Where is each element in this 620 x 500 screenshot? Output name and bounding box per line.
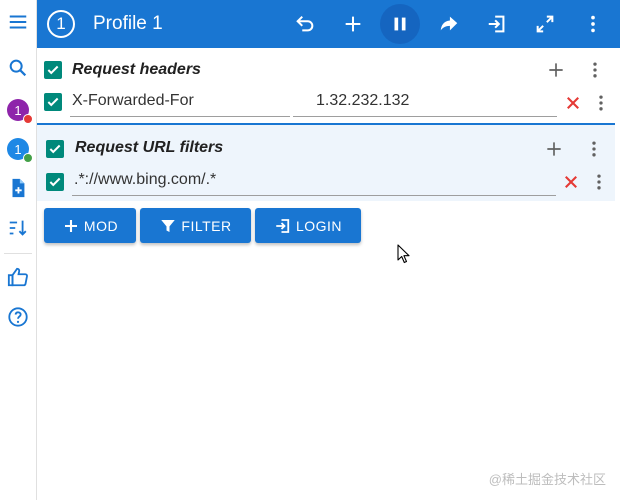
check-icon: [47, 65, 59, 75]
check-icon: [47, 97, 59, 107]
request-headers-checkbox[interactable]: [44, 61, 62, 79]
fullscreen-icon: [536, 15, 554, 33]
sort-icon: [9, 220, 27, 236]
undo-button[interactable]: [285, 4, 325, 44]
profile-1-button[interactable]: 1: [0, 92, 36, 128]
watermark: @稀土掘金技术社区: [488, 472, 606, 487]
more-vert-icon: [592, 141, 596, 157]
thumb-up-icon: [7, 267, 28, 287]
status-dot-green: [23, 153, 33, 163]
pause-icon: [394, 17, 406, 31]
profile-2-button[interactable]: 1: [0, 131, 36, 167]
more-button[interactable]: [573, 4, 613, 44]
undo-icon: [296, 15, 314, 32]
filter-pattern-value: .*://www.bing.com/.*: [74, 171, 217, 188]
login-label: LOGIN: [295, 217, 343, 234]
status-dot-red: [23, 114, 33, 124]
url-filters-title: Request URL filters: [75, 139, 224, 156]
note-add-icon: [12, 178, 25, 198]
url-filters-checkbox[interactable]: [46, 140, 64, 158]
share-button[interactable]: [429, 4, 469, 44]
filter-pattern-field[interactable]: .*://www.bing.com/.*: [72, 169, 556, 196]
header-name-field[interactable]: X-Forwarded-For: [70, 90, 290, 117]
add-filter-label: FILTER: [181, 217, 232, 234]
delete-filter-button[interactable]: [559, 170, 583, 194]
login-icon: [488, 15, 505, 33]
add-icon: [549, 63, 563, 77]
filter-icon: [161, 219, 176, 232]
fullscreen-button[interactable]: [525, 4, 565, 44]
like-button[interactable]: [0, 259, 36, 295]
filter-row-more-button[interactable]: [587, 170, 611, 194]
check-icon: [49, 177, 61, 187]
check-icon: [49, 144, 61, 154]
header-value-field[interactable]: 1.32.232.132: [293, 90, 557, 117]
add-icon: [547, 142, 561, 156]
more-vert-icon: [599, 95, 603, 111]
help-button[interactable]: [0, 299, 36, 335]
delete-header-button[interactable]: [561, 91, 585, 115]
add-filter-button[interactable]: [542, 137, 566, 161]
profile-1-number: 1: [14, 102, 22, 118]
profile-2-number: 1: [14, 141, 22, 157]
add-header-button[interactable]: [544, 58, 568, 82]
header-value-value: 1.32.232.132: [316, 92, 410, 109]
search-button[interactable]: [0, 50, 36, 86]
add-button[interactable]: [333, 4, 373, 44]
profile-number-badge: 1: [47, 10, 75, 38]
login-button-top[interactable]: [477, 4, 517, 44]
header-row-more-button[interactable]: [589, 91, 613, 115]
sidebar-divider: [4, 253, 32, 254]
mouse-cursor-icon: [397, 244, 410, 264]
profile-1-badge: 1: [7, 99, 33, 124]
add-icon: [64, 219, 77, 232]
login-icon: [276, 218, 290, 233]
filter-row-checkbox[interactable]: [46, 173, 64, 191]
add-icon: [345, 16, 361, 32]
help-icon: [8, 307, 28, 327]
profile-2-badge: 1: [7, 138, 33, 163]
headers-more-button[interactable]: [583, 58, 607, 82]
pause-button[interactable]: [380, 4, 420, 44]
share-icon: [440, 16, 458, 31]
more-vert-icon: [593, 62, 597, 78]
menu-icon: [9, 15, 27, 29]
profile-title: Profile 1: [93, 13, 163, 34]
header-name-value: X-Forwarded-For: [72, 92, 194, 109]
top-bar: 1 Profile 1: [37, 0, 620, 48]
search-icon: [9, 59, 27, 77]
filters-more-button[interactable]: [582, 137, 606, 161]
sort-button[interactable]: [0, 210, 36, 246]
login-action-button[interactable]: LOGIN: [255, 208, 361, 243]
header-row-checkbox[interactable]: [44, 93, 62, 111]
more-vert-icon: [597, 174, 601, 190]
sidebar: 1 1: [0, 0, 37, 500]
add-filter-action-button[interactable]: FILTER: [140, 208, 251, 243]
url-filters-section: Request URL filters .*://www.bing.com/.*: [37, 123, 615, 201]
request-headers-title: Request headers: [72, 61, 201, 78]
add-mod-label: MOD: [83, 217, 119, 234]
more-vert-icon: [591, 15, 595, 33]
profile-number: 1: [56, 14, 66, 33]
add-mod-button[interactable]: MOD: [44, 208, 136, 243]
menu-button[interactable]: [0, 4, 36, 40]
close-icon: [565, 176, 577, 188]
close-icon: [567, 97, 579, 109]
add-file-button[interactable]: [0, 170, 36, 206]
request-headers-section: Request headers X-Forwarded-For 1.32.232…: [37, 50, 615, 122]
